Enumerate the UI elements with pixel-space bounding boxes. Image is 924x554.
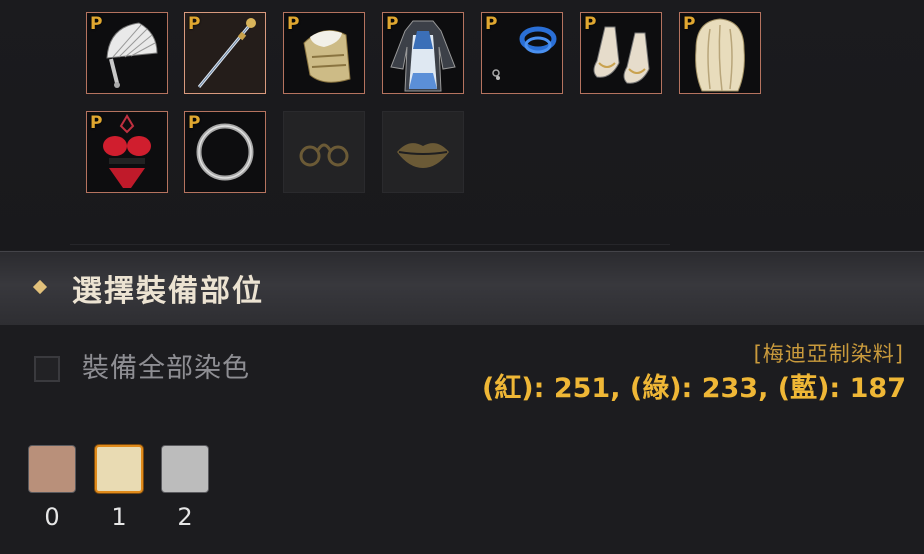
swatch-label-2: 2 xyxy=(177,503,193,531)
swatch-label-1: 1 xyxy=(111,503,127,531)
equip-slot-fan[interactable]: P xyxy=(86,12,168,94)
lips-icon xyxy=(397,143,449,168)
equip-slot-lips[interactable] xyxy=(382,111,464,193)
equip-slot-outfit[interactable]: P xyxy=(382,12,464,94)
premium-badge: P xyxy=(386,14,399,34)
section-header: 選擇裝備部位 xyxy=(0,251,924,325)
dye-all-label: 裝備全部染色 xyxy=(82,353,250,384)
dye-name: [梅迪亞制染料] xyxy=(753,342,904,366)
premium-badge: P xyxy=(90,14,103,34)
equip-slot-staff[interactable]: P xyxy=(184,12,266,94)
section-title: 選擇裝備部位 xyxy=(72,274,264,309)
equip-slot-headpiece[interactable]: P xyxy=(283,12,365,94)
glasses-icon xyxy=(299,143,349,167)
equip-slot-glasses[interactable] xyxy=(283,111,365,193)
premium-badge: P xyxy=(188,14,201,34)
equip-slot-underwear[interactable]: P xyxy=(86,111,168,193)
diamond-icon xyxy=(32,279,48,295)
premium-badge: P xyxy=(683,14,696,34)
equip-slot-ring[interactable]: P xyxy=(184,111,266,193)
divider xyxy=(70,244,670,245)
swatch-label-0: 0 xyxy=(44,503,60,531)
premium-badge: P xyxy=(188,113,201,133)
equip-slot-earring[interactable]: P xyxy=(481,12,563,94)
color-swatch-2[interactable] xyxy=(161,445,209,493)
premium-badge: P xyxy=(90,113,103,133)
color-swatch-0[interactable] xyxy=(28,445,76,493)
equip-slot-hair[interactable]: P xyxy=(679,12,761,94)
dye-all-checkbox[interactable] xyxy=(34,356,60,382)
rgb-values: (紅): 251, (綠): 233, (藍): 187 xyxy=(481,373,906,404)
equip-slot-shoes[interactable]: P xyxy=(580,12,662,94)
color-swatch-1[interactable] xyxy=(95,445,143,493)
premium-badge: P xyxy=(584,14,597,34)
premium-badge: P xyxy=(287,14,300,34)
premium-badge: P xyxy=(485,14,498,34)
